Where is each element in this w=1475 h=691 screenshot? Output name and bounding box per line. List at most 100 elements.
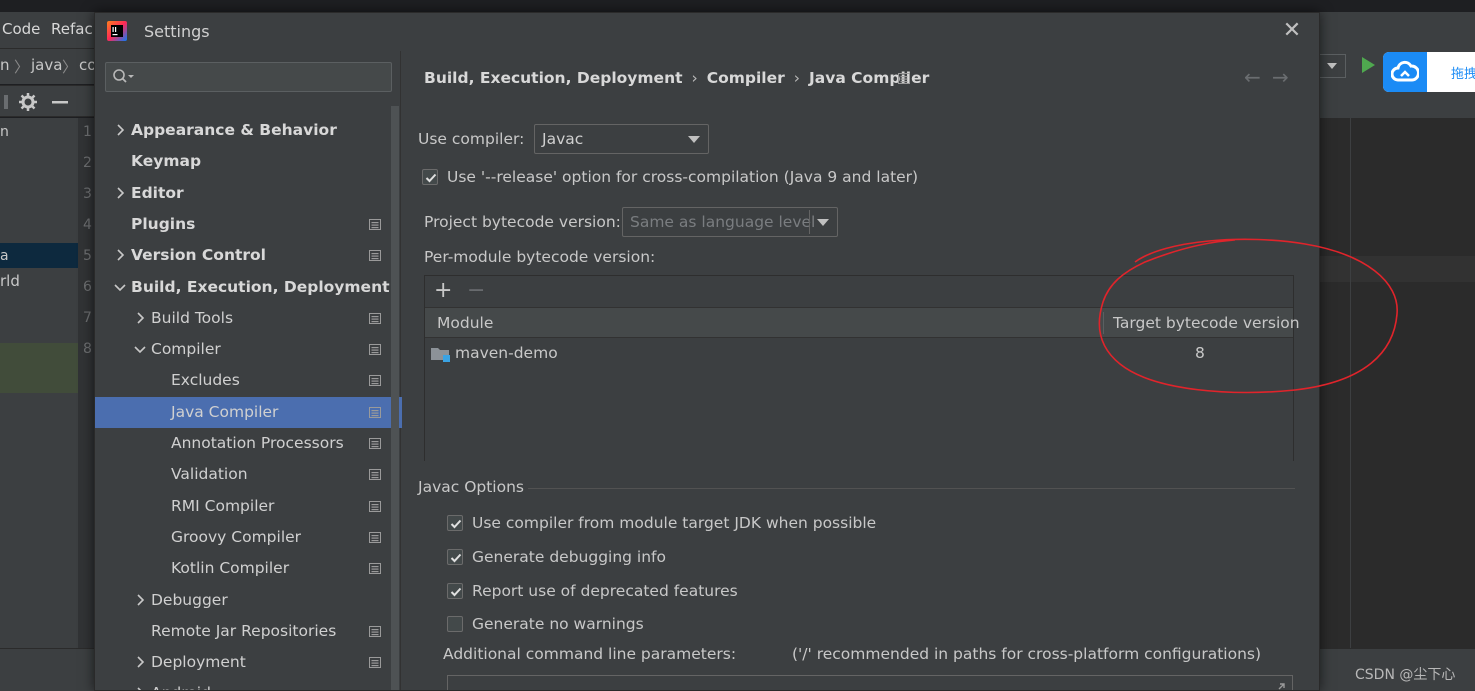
combo-separator <box>809 210 810 234</box>
tree-item-keymap[interactable]: Keymap <box>95 146 391 177</box>
project-scope-icon <box>369 657 381 669</box>
line-number: 2 <box>83 155 92 171</box>
project-bytecode-label: Project bytecode version: <box>424 213 621 231</box>
tree-item-debugger[interactable]: Debugger <box>95 585 391 616</box>
tree-item-label: Kotlin Compiler <box>171 559 290 578</box>
column-module[interactable]: Module <box>437 314 493 332</box>
project-scope-icon <box>369 250 381 262</box>
tree-item-kotlin-compiler[interactable]: Kotlin Compiler <box>95 553 391 584</box>
ide-menu-code[interactable]: Code <box>2 20 40 38</box>
tree-item-plugins[interactable]: Plugins <box>95 209 391 240</box>
tree-item-appearance-behavior[interactable]: Appearance & Behavior <box>95 115 391 146</box>
ide-project-item[interactable]: n <box>0 124 9 140</box>
project-scope-icon <box>369 625 381 637</box>
chevron-right-icon[interactable] <box>133 686 147 691</box>
tree-item-label: Appearance & Behavior <box>131 121 337 139</box>
target-bytecode-value[interactable]: 8 <box>1195 344 1205 362</box>
breadcrumb-build[interactable]: Build, Execution, Deployment <box>424 69 683 87</box>
tree-item-rmi-compiler[interactable]: RMI Compiler <box>95 491 391 522</box>
tree-item-excludes[interactable]: Excludes <box>95 365 391 396</box>
javac-option-checkbox[interactable] <box>447 549 463 565</box>
project-scope-icon <box>369 469 381 481</box>
project-scope-icon <box>369 375 381 387</box>
run-config-dropdown[interactable] <box>1320 54 1346 78</box>
tree-item-label: Java Compiler <box>171 402 279 421</box>
checkmark-icon <box>450 587 462 597</box>
forward-arrow-icon[interactable]: → <box>1272 65 1289 89</box>
javac-option-label: Use compiler from module target JDK when… <box>472 514 877 532</box>
javac-option-checkbox[interactable] <box>447 616 463 632</box>
add-icon[interactable]: + <box>434 278 452 303</box>
settings-dialog: Settings ✕ Appearance & Behavior Keymap Ed… <box>94 12 1320 691</box>
javac-option-label: Report use of deprecated features <box>472 582 738 600</box>
breadcrumb-compiler[interactable]: Compiler <box>707 69 785 87</box>
chevron-right-icon[interactable] <box>133 655 147 669</box>
javac-option-label: Generate no warnings <box>472 615 644 633</box>
tree-scrollbar[interactable] <box>391 106 399 690</box>
settings-search-input[interactable] <box>105 62 392 92</box>
close-icon[interactable]: ✕ <box>1281 20 1303 42</box>
cloud-upload-button[interactable]: 拖拽 <box>1383 52 1475 92</box>
release-option-checkbox[interactable] <box>422 169 438 185</box>
use-compiler-select[interactable]: Javac <box>534 124 709 154</box>
gear-icon[interactable] <box>19 93 37 111</box>
minimize-icon[interactable] <box>52 101 68 104</box>
column-target-bytecode[interactable]: Target bytecode version <box>1113 314 1300 332</box>
chevron-right-icon[interactable] <box>113 248 127 262</box>
tree-item-validation[interactable]: Validation <box>95 459 391 490</box>
ide-menu-refactor[interactable]: Refac <box>51 20 93 38</box>
settings-breadcrumb: Build, Execution, Deployment › Compiler › Ja… <box>424 69 929 89</box>
tree-item-build-execution-deployment[interactable]: Build, Execution, Deployment <box>95 272 391 303</box>
ide-project-item[interactable]: a <box>0 248 9 264</box>
chevron-right-icon[interactable] <box>113 186 127 200</box>
project-scope-icon <box>369 563 381 575</box>
tree-item-android[interactable]: Android <box>95 678 391 691</box>
additional-params-input[interactable] <box>447 675 1293 691</box>
settings-tree-panel: Appearance & Behavior Keymap Editor Plugins… <box>95 51 403 691</box>
back-arrow-icon[interactable]: ← <box>1244 65 1261 89</box>
ide-crumb-separator: 〉 <box>62 58 78 76</box>
ide-project-item[interactable]: rld <box>0 272 20 290</box>
column-separator[interactable] <box>1103 312 1104 334</box>
tree-item-groovy-compiler[interactable]: Groovy Compiler <box>95 522 391 553</box>
ide-crumb-1[interactable]: java <box>31 56 62 74</box>
ide-project-selected-row[interactable] <box>0 243 78 268</box>
javac-option-checkbox[interactable] <box>447 515 463 531</box>
tree-item-compiler[interactable]: Compiler <box>95 334 391 365</box>
javac-option-checkbox[interactable] <box>447 583 463 599</box>
project-bytecode-select[interactable]: Same as language level <box>622 207 838 237</box>
dialog-titlebar: Settings ✕ <box>95 13 1319 51</box>
line-number: 4 <box>83 217 92 233</box>
expand-icon[interactable] <box>1270 682 1286 691</box>
chevron-right-icon[interactable] <box>133 311 147 325</box>
tree-item-remote-jar-repositories[interactable]: Remote Jar Repositories <box>95 616 391 647</box>
table-row[interactable]: maven-demo 8 <box>425 339 1293 369</box>
chevron-right-icon[interactable] <box>133 593 147 607</box>
tree-item-label: Groovy Compiler <box>171 527 302 546</box>
remove-icon[interactable]: − <box>467 278 485 303</box>
ide-crumb-0[interactable]: n <box>0 56 10 74</box>
ide-toolbar-edge-icon <box>4 95 8 109</box>
release-option-label: Use '--release' option for cross-compila… <box>447 168 919 186</box>
chevron-down-icon[interactable] <box>133 342 147 356</box>
project-scope-icon <box>369 500 381 512</box>
additional-params-hint: ('/' recommended in paths for cross-plat… <box>792 645 1262 663</box>
line-number: 7 <box>83 310 92 326</box>
tree-item-label: Deployment <box>151 653 246 672</box>
tree-item-java-compiler[interactable]: Java Compiler <box>95 396 403 428</box>
tree-item-build-tools[interactable]: Build Tools <box>95 303 391 334</box>
tree-item-editor[interactable]: Editor <box>95 178 391 209</box>
chevron-right-icon[interactable] <box>113 123 127 137</box>
tree-item-deployment[interactable]: Deployment <box>95 647 391 678</box>
chevron-down-icon[interactable] <box>113 280 127 294</box>
project-scope-icon <box>369 218 381 230</box>
run-icon[interactable] <box>1362 57 1375 73</box>
tree-item-version-control[interactable]: Version Control <box>95 240 391 271</box>
tree-item-annotation-processors[interactable]: Annotation Processors <box>95 428 391 459</box>
csdn-watermark: CSDN @尘下心 <box>1355 667 1456 683</box>
ide-editor-area <box>1320 118 1475 648</box>
tree-item-label: Editor <box>131 183 184 202</box>
dialog-title: Settings <box>144 22 210 41</box>
table-body: maven-demo 8 <box>425 339 1293 461</box>
line-number: 3 <box>83 186 92 202</box>
